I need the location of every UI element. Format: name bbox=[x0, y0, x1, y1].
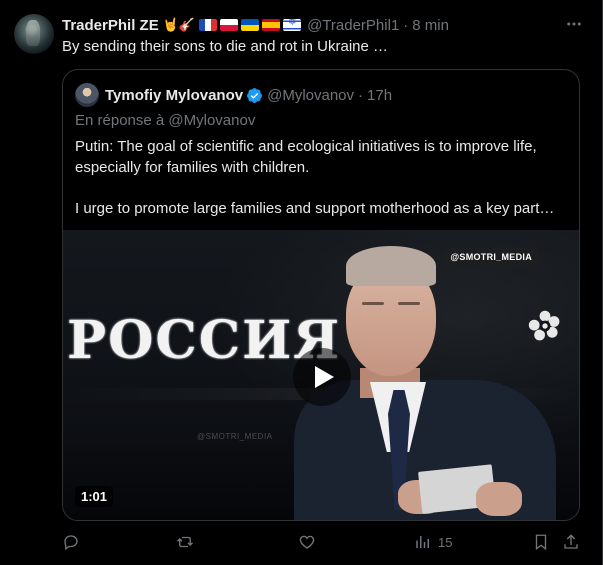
share-icon bbox=[564, 534, 578, 549]
poland-flag-icon bbox=[220, 19, 239, 31]
emoji-text: 🤘🎸 bbox=[162, 17, 196, 32]
tweet-header: TraderPhil ZE 🤘🎸 @TraderPhil1 · 8 min bbox=[62, 15, 558, 35]
quoted-tweet-header: Tymofiy Mylovanov @Mylovanov · 17h bbox=[75, 83, 392, 107]
reply-to-handle[interactable]: @Mylovanov bbox=[168, 112, 255, 129]
quoted-tweet[interactable]: Tymofiy Mylovanov @Mylovanov · 17h En ré… bbox=[62, 69, 580, 521]
quoted-paragraph-2: I urge to promote large families and sup… bbox=[75, 200, 555, 217]
views-button[interactable]: 15 bbox=[414, 533, 452, 551]
bookmark-button[interactable] bbox=[532, 533, 550, 551]
ukraine-flag-icon bbox=[241, 19, 260, 31]
quoted-author-handle[interactable]: @Mylovanov bbox=[267, 87, 354, 104]
share-button[interactable] bbox=[562, 533, 580, 551]
author-handle[interactable]: @TraderPhil1 bbox=[307, 17, 399, 34]
play-button[interactable] bbox=[293, 348, 351, 406]
reply-context: En réponse à @Mylovanov bbox=[75, 112, 255, 129]
views-count: 15 bbox=[438, 534, 453, 550]
video-watermark-faint: @SMOTRI_MEDIA bbox=[197, 432, 273, 441]
author-name[interactable]: TraderPhil ZE bbox=[62, 17, 159, 34]
verified-badge-icon bbox=[246, 87, 263, 104]
tweet-timestamp[interactable]: 8 min bbox=[412, 17, 449, 34]
heart-icon bbox=[299, 535, 315, 549]
tweet-container: TraderPhil ZE 🤘🎸 @TraderPhil1 · 8 min By… bbox=[0, 0, 603, 565]
repost-icon bbox=[177, 536, 193, 548]
author-name-emojis: 🤘🎸 bbox=[162, 17, 302, 33]
more-options-button[interactable] bbox=[562, 12, 586, 36]
quoted-paragraph-1: Putin: The goal of scientific and ecolog… bbox=[75, 138, 537, 176]
play-icon bbox=[315, 366, 334, 388]
quoted-author-name[interactable]: Tymofiy Mylovanov bbox=[105, 87, 243, 104]
quoted-tweet-text: Putin: The goal of scientific and ecolog… bbox=[75, 136, 570, 219]
video-player[interactable]: РОССИЯ @SMOTRI_MEDIA @SMOTRI_MEDIA 1:01 bbox=[63, 230, 579, 520]
repost-button[interactable] bbox=[176, 533, 194, 551]
separator-dot: · bbox=[358, 86, 364, 104]
more-icon bbox=[567, 22, 581, 26]
action-bar: 15 bbox=[62, 533, 592, 555]
quoted-timestamp[interactable]: 17h bbox=[367, 87, 392, 104]
france-flag-icon bbox=[199, 19, 218, 31]
israel-flag-icon bbox=[283, 19, 302, 31]
bookmark-icon bbox=[535, 534, 547, 551]
like-button[interactable] bbox=[298, 533, 316, 551]
reply-button[interactable] bbox=[62, 533, 80, 551]
separator-dot: · bbox=[403, 16, 409, 34]
views-bar-chart-icon bbox=[416, 536, 429, 548]
reply-icon bbox=[64, 535, 78, 551]
video-duration: 1:01 bbox=[75, 486, 114, 507]
reply-prefix: En réponse à bbox=[75, 112, 165, 129]
spain-flag-icon bbox=[262, 19, 281, 31]
tweet-text: By sending their sons to die and rot in … bbox=[62, 38, 389, 55]
quoted-avatar[interactable] bbox=[75, 83, 99, 107]
avatar[interactable] bbox=[14, 14, 54, 54]
